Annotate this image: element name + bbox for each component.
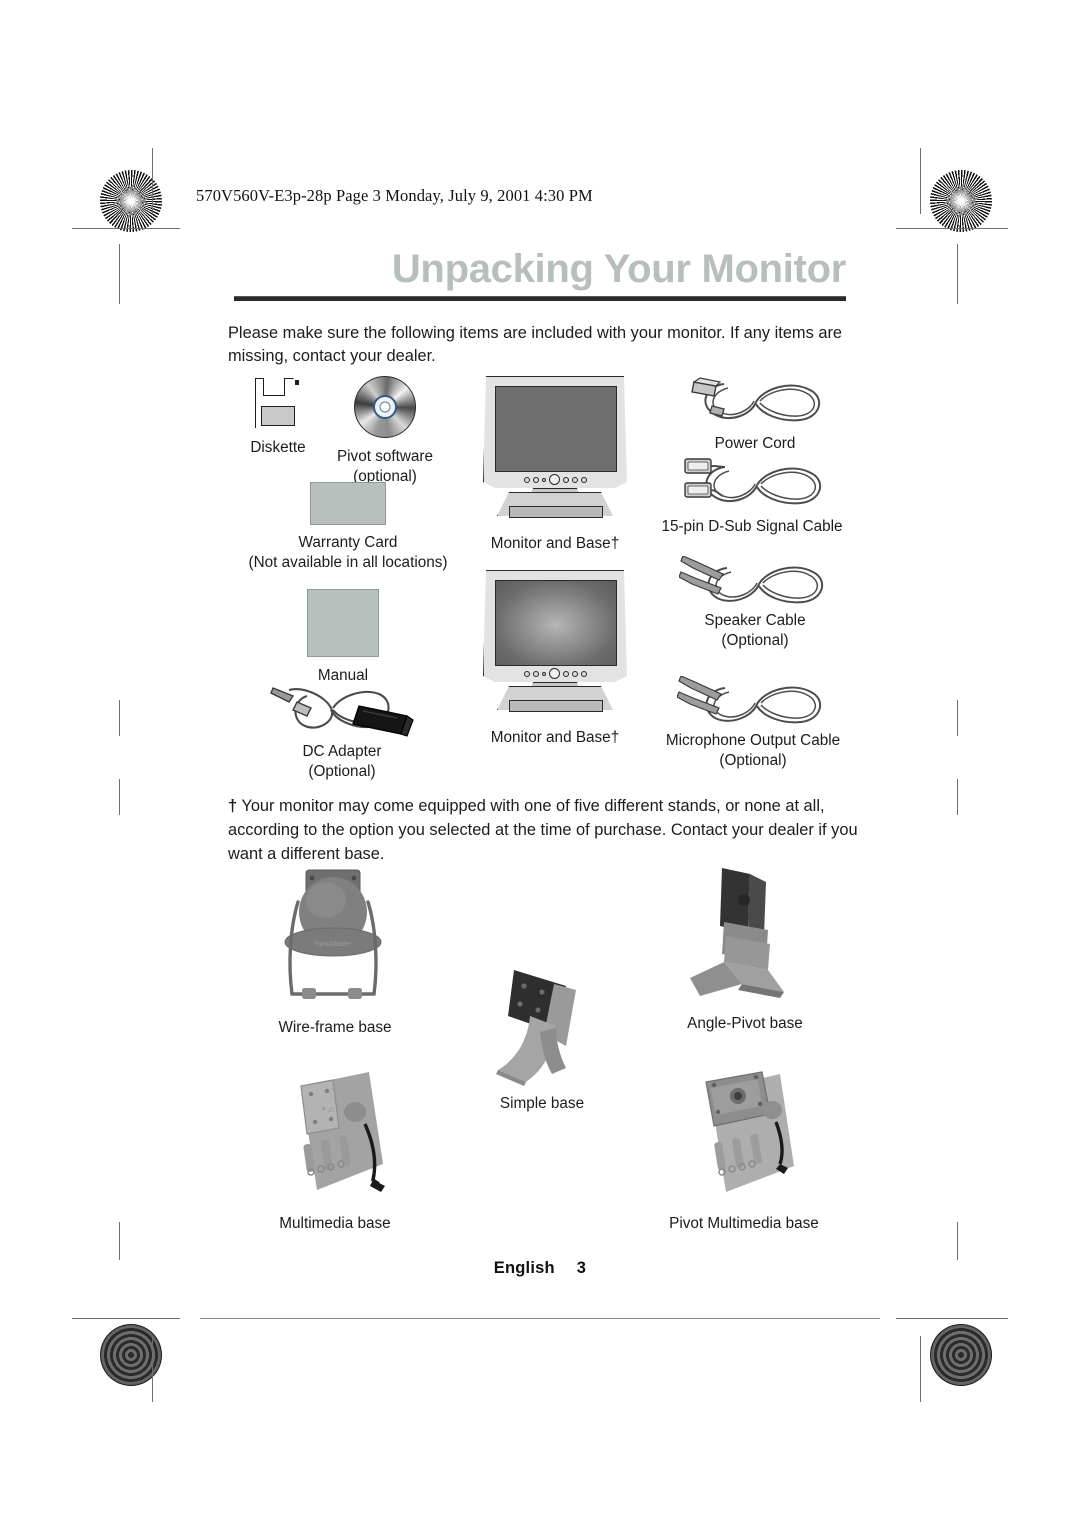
item-microphone-cable-sub: (Optional) — [719, 751, 787, 769]
trim-line-left-middle — [119, 700, 121, 736]
angle-pivot-base-photo — [684, 866, 806, 1006]
svg-text:+ ⌂: + ⌂ — [321, 1104, 334, 1114]
item-warranty-card: Warranty Card — [258, 482, 438, 553]
footnote-marker: † — [228, 797, 238, 815]
intro-paragraph: Please make sure the following items are… — [228, 324, 843, 366]
base-angle-pivot: Angle-Pivot base — [655, 866, 835, 1034]
trim-line-bottom-left-vertical — [152, 1336, 154, 1402]
svg-text:SyncMaster: SyncMaster — [315, 941, 353, 948]
multimedia-base-photo: + ⌂ — [273, 1068, 397, 1204]
base-wire-frame: SyncMaster Wire-frame base — [245, 868, 425, 1038]
item-warranty-card-label: Warranty Card — [298, 534, 398, 551]
footer-page-number: 3 — [576, 1259, 587, 1277]
manual-graphic — [307, 589, 379, 657]
page-title: Unpacking Your Monitor — [391, 247, 846, 291]
item-signal-cable: 15-pin D-Sub Signal Cable — [652, 455, 852, 537]
base-angle-pivot-label: Angle-Pivot base — [687, 1015, 803, 1032]
registration-crosshair-left-middle — [98, 735, 142, 779]
cd-disc-icon — [354, 376, 416, 438]
manual-page: 570V560V-E3p-28p Page 3 Monday, July 9, … — [0, 0, 1080, 1528]
item-speaker-cable-label: Speaker Cable — [704, 612, 806, 629]
item-pivot-software: Pivot software (optional) — [330, 376, 440, 487]
registration-crosshair-bottom-right — [872, 1320, 916, 1364]
registration-star-target-top-right — [930, 170, 992, 232]
wire-frame-base-photo: SyncMaster — [276, 868, 394, 1008]
speaker-cable-icon — [679, 556, 831, 606]
monitor-illustration-flat — [475, 376, 635, 526]
item-dc-adapter-label: DC Adapter — [302, 743, 382, 760]
trim-line-bottom-center — [200, 1318, 880, 1320]
power-cord-icon — [680, 376, 830, 428]
trim-line-top-right-vertical — [920, 148, 922, 214]
footnote-text: Your monitor may come equipped with one … — [228, 797, 858, 863]
item-power-cord-label: Power Cord — [714, 435, 796, 452]
base-multimedia: + ⌂ Multimedia base — [245, 1068, 425, 1234]
item-diskette-label: Diskette — [250, 439, 306, 456]
stand-footnote: † Your monitor may come equipped with on… — [228, 795, 858, 866]
dc-adapter-icon — [267, 680, 417, 738]
item-warranty-card-sub: (Not available in all locations) — [248, 554, 448, 571]
trim-line-right-middle — [957, 700, 959, 736]
warranty-card-graphic — [310, 482, 386, 525]
item-microphone-cable-label: Microphone Output Cable — [665, 732, 841, 749]
item-monitor-base-1-label: Monitor and Base† — [490, 535, 620, 552]
simple-base-photo — [480, 960, 604, 1088]
base-simple-label: Simple base — [499, 1095, 585, 1112]
base-multimedia-label: Multimedia base — [279, 1215, 391, 1232]
item-speaker-cable: Speaker Cable (Optional) — [660, 556, 850, 651]
base-wire-frame-label: Wire-frame base — [278, 1019, 392, 1036]
item-speaker-cable-sub: (Optional) — [721, 631, 789, 649]
registration-density-target-bottom-right — [930, 1324, 992, 1386]
trim-line-bottom-right-vertical — [920, 1336, 922, 1402]
trim-line-top-left-vertical — [152, 148, 154, 214]
registration-crosshair-bottom-left — [163, 1320, 207, 1364]
registration-crosshair-right-middle — [936, 735, 980, 779]
title-rule — [234, 296, 846, 301]
item-diskette: Diskette — [236, 378, 320, 458]
trim-line-left-middle-lower — [119, 779, 121, 815]
item-dc-adapter-sub: (Optional) — [308, 762, 376, 780]
pivot-multimedia-base-photo — [680, 1068, 808, 1204]
item-pivot-software-label: Pivot software — [336, 448, 434, 465]
item-dc-adapter: DC Adapter (Optional) — [262, 680, 422, 782]
item-monitor-base-1: Monitor and Base† — [460, 376, 650, 554]
microphone-output-cable-icon — [677, 676, 829, 726]
trim-line-left-vertical — [119, 244, 121, 304]
trim-line-right-lower-vertical — [957, 1222, 959, 1260]
page-footer: English 3 — [0, 1259, 1080, 1278]
base-pivot-multimedia-label: Pivot Multimedia base — [669, 1215, 819, 1232]
trim-line-right-vertical — [957, 244, 959, 304]
item-signal-cable-label: 15-pin D-Sub Signal Cable — [661, 518, 843, 535]
trim-line-left-lower-vertical — [119, 1222, 121, 1260]
base-simple: Simple base — [452, 960, 632, 1114]
print-slug: 570V560V-E3p-28p Page 3 Monday, July 9, … — [196, 186, 593, 205]
registration-crosshair-bottom-center — [518, 1320, 562, 1364]
d-sub-signal-cable-icon — [675, 455, 830, 511]
registration-crosshair-top-right — [872, 166, 916, 210]
footer-language: English — [493, 1259, 555, 1277]
base-pivot-multimedia: Pivot Multimedia base — [645, 1068, 843, 1234]
item-manual: Manual — [288, 589, 398, 686]
item-monitor-base-2-label: Monitor and Base† — [490, 729, 620, 746]
item-power-cord: Power Cord — [660, 376, 850, 454]
item-monitor-base-2: Monitor and Base† — [460, 570, 650, 748]
trim-line-right-middle-lower — [957, 779, 959, 815]
item-microphone-cable: Microphone Output Cable (Optional) — [650, 676, 856, 771]
diskette-icon — [255, 378, 301, 428]
monitor-illustration-glow — [475, 570, 635, 720]
